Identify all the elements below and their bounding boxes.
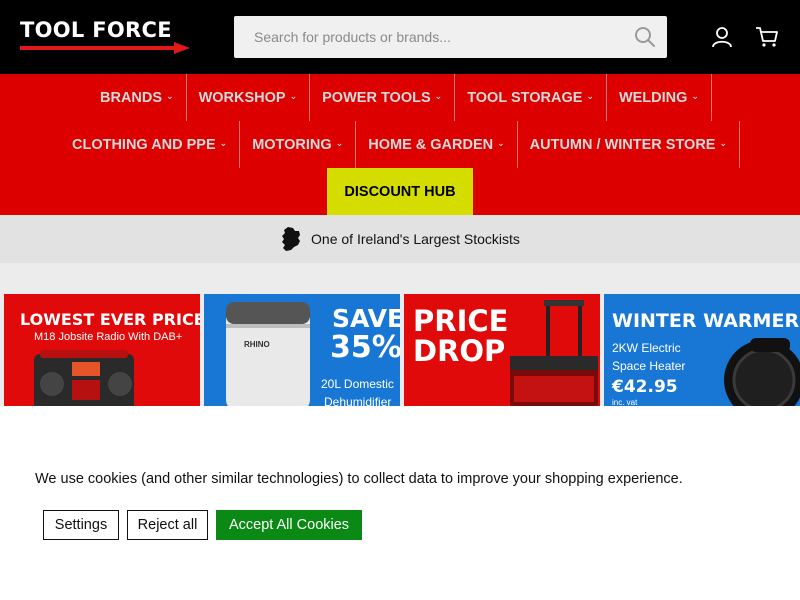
search-input[interactable] [234,16,634,58]
banner-headline: WINTER WARMER [612,310,800,332]
banner-subtitle-2: Space Heater [612,359,686,373]
ireland-map-icon [282,227,301,251]
chevron-down-icon: ⌄ [335,138,344,148]
promo-banner-heater[interactable]: WINTER WARMER 2KW Electric Space Heater … [604,294,800,406]
nav-item-label: TOOL STORAGE [467,89,583,106]
nav-item-label: MOTORING [252,136,332,153]
banner-subtitle-1: 20L Domestic [321,377,394,391]
cookie-message: We use cookies (and other similar techno… [35,471,683,487]
radio-image [34,350,134,406]
nav-item-label: HOME & GARDEN [368,136,494,153]
chevron-down-icon: ⌄ [691,91,699,101]
logo-arrow-icon [20,42,190,54]
banner-subtitle-1: 2KW Electric [612,341,681,355]
nav-item-motoring[interactable]: MOTORING ⌄ [240,121,357,168]
cart-icon[interactable] [755,25,779,49]
chevron-down-icon: ⌄ [289,91,298,101]
logo[interactable]: TOOL FORCE [20,18,192,54]
chevron-down-icon: ⌄ [497,138,505,148]
nav-row-2: CLOTHING AND PPE ⌄ MOTORING ⌄ HOME & GARDE… [0,121,800,168]
nav-item-tool-storage[interactable]: TOOL STORAGE ⌄ [455,74,607,121]
promo-banner-dehumidifier[interactable]: RHINO SAVE 35% 20L Domestic Dehumidifier [204,294,400,406]
user-icon[interactable] [710,25,734,49]
banner-headline-2: DROP [413,334,506,368]
chevron-down-icon: ⌄ [434,91,443,101]
nav-item-label: WORKSHOP [198,89,286,106]
search-icon[interactable] [633,25,657,49]
search-bar [234,16,667,58]
banner-headline-1: SAVE [332,304,400,333]
chevron-down-icon: ⌄ [219,138,228,148]
nav-item-clothing-ppe[interactable]: CLOTHING AND PPE ⌄ [60,121,241,168]
heater-image [724,338,800,406]
nav-item-power-tools[interactable]: POWER TOOLS ⌄ [310,74,456,121]
banner-price: €42.95 [612,377,678,397]
banner-subtitle-2: Dehumidifier [324,395,392,406]
promo-banner-price-drop[interactable]: PRICE DROP [404,294,600,406]
nav-item-label: CLOTHING AND PPE [71,136,216,153]
cookie-accept-button[interactable]: Accept All Cookies [216,510,362,540]
stockist-bar: One of Ireland's Largest Stockists [0,215,800,263]
nav-item-label: POWER TOOLS [322,89,431,106]
cookie-banner: We use cookies (and other similar techno… [0,406,800,600]
nav-item-workshop[interactable]: WORKSHOP ⌄ [187,74,311,121]
chevron-down-icon: ⌄ [166,91,174,101]
site-header: TOOL FORCE [0,0,800,74]
banner-headline: LOWEST EVER PRICE [20,310,200,329]
main-navigation: BRANDS ⌄ WORKSHOP ⌄ POWER TOOLS ⌄ TOOL STOR… [0,74,800,215]
nav-item-label: AUTUMN / WINTER STORE [529,136,716,153]
nav-item-discount-hub[interactable]: DISCOUNT HUB [327,168,473,215]
chevron-down-icon: ⌄ [586,91,594,101]
nav-item-home-garden[interactable]: HOME & GARDEN ⌄ [356,121,518,168]
banner-brand: RHINO [244,340,270,349]
nav-item-welding[interactable]: WELDING ⌄ [607,74,712,121]
cookie-settings-button[interactable]: Settings [43,510,119,540]
tool-box-image [510,300,598,406]
nav-item-label: BRANDS [100,89,163,106]
banner-subtitle: M18 Jobsite Radio With DAB+ [34,331,183,343]
promo-banner-radio[interactable]: LOWEST EVER PRICE M18 Jobsite Radio With… [4,294,200,406]
logo-part2: FORCE [92,18,172,42]
stockist-text: One of Ireland's Largest Stockists [311,231,520,247]
nav-item-autumn-winter[interactable]: AUTUMN / WINTER STORE ⌄ [518,121,741,168]
dehumidifier-image [226,302,310,406]
nav-row-1: BRANDS ⌄ WORKSHOP ⌄ POWER TOOLS ⌄ TOOL STOR… [0,74,800,121]
nav-item-brands[interactable]: BRANDS ⌄ [88,74,187,121]
logo-text: TOOL FORCE [20,18,172,42]
nav-row-3: DISCOUNT HUB [0,168,800,215]
logo-part1: TOOL [20,18,85,42]
cookie-reject-button[interactable]: Reject all [127,510,208,540]
banner-price-note: inc. vat [612,398,638,406]
nav-item-label: WELDING [618,89,688,106]
banner-headline-1: PRICE [413,304,509,338]
chevron-down-icon: ⌄ [719,138,728,148]
banner-headline-2: 35% [330,330,400,365]
